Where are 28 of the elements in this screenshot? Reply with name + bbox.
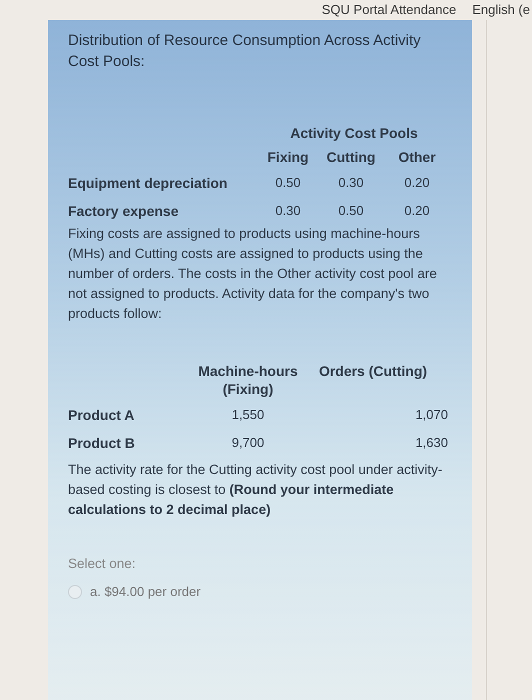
table-cell-text: 1,550 [230, 406, 266, 424]
table-cell-text: 1,630 [414, 434, 448, 452]
column-heading: Other [397, 148, 437, 166]
select-label: Select one: [68, 555, 137, 573]
row-label: Factory expense [68, 202, 180, 221]
table-cell-text: 0.30 [274, 202, 302, 220]
table-cell-text: 1,070 [414, 406, 448, 424]
question-prompt: The activity rate for the Cutting activity cost pool under activity-based costing is closest to (Round your intermediate calculations to 2 decimal place) [68, 461, 444, 519]
column-heading: Fixing [266, 148, 310, 166]
table-cell-text: 9,700 [230, 434, 266, 452]
column-heading: Orders (Cutting) [318, 362, 428, 380]
table-cell-text: 0.20 [403, 174, 431, 192]
row-label: Equipment depreciation [68, 174, 228, 193]
nav-link[interactable]: English (e [472, 2, 530, 18]
radio-button[interactable] [68, 584, 82, 598]
table-cell-text: 0.30 [337, 174, 365, 192]
explanation-text: Fixing costs are assigned to products using machine-hours (MHs) and Cutting costs are assigned to products using the number of orders. The costs in the Other activity cost pool are not assigned to products. Activity data for the company's two products follow: [68, 225, 438, 323]
row-label: Product A [68, 406, 136, 425]
nav-link[interactable]: SQU Portal Attendance [322, 2, 456, 18]
column-heading: Machine-hours (Fixing) [198, 362, 298, 398]
answer-option[interactable]: a. $94.00 per order [68, 584, 452, 599]
table-cell-text: 0.20 [403, 202, 431, 220]
question-intro: Distribution of Resource Consumption Across Activity Cost Pools: [68, 31, 422, 72]
table-cell-text: 0.50 [337, 202, 365, 220]
table-heading: Activity Cost Pools [289, 124, 419, 142]
table-cell-text: 0.50 [274, 174, 302, 192]
column-heading: Cutting [326, 148, 376, 166]
row-label: Product B [68, 434, 136, 453]
